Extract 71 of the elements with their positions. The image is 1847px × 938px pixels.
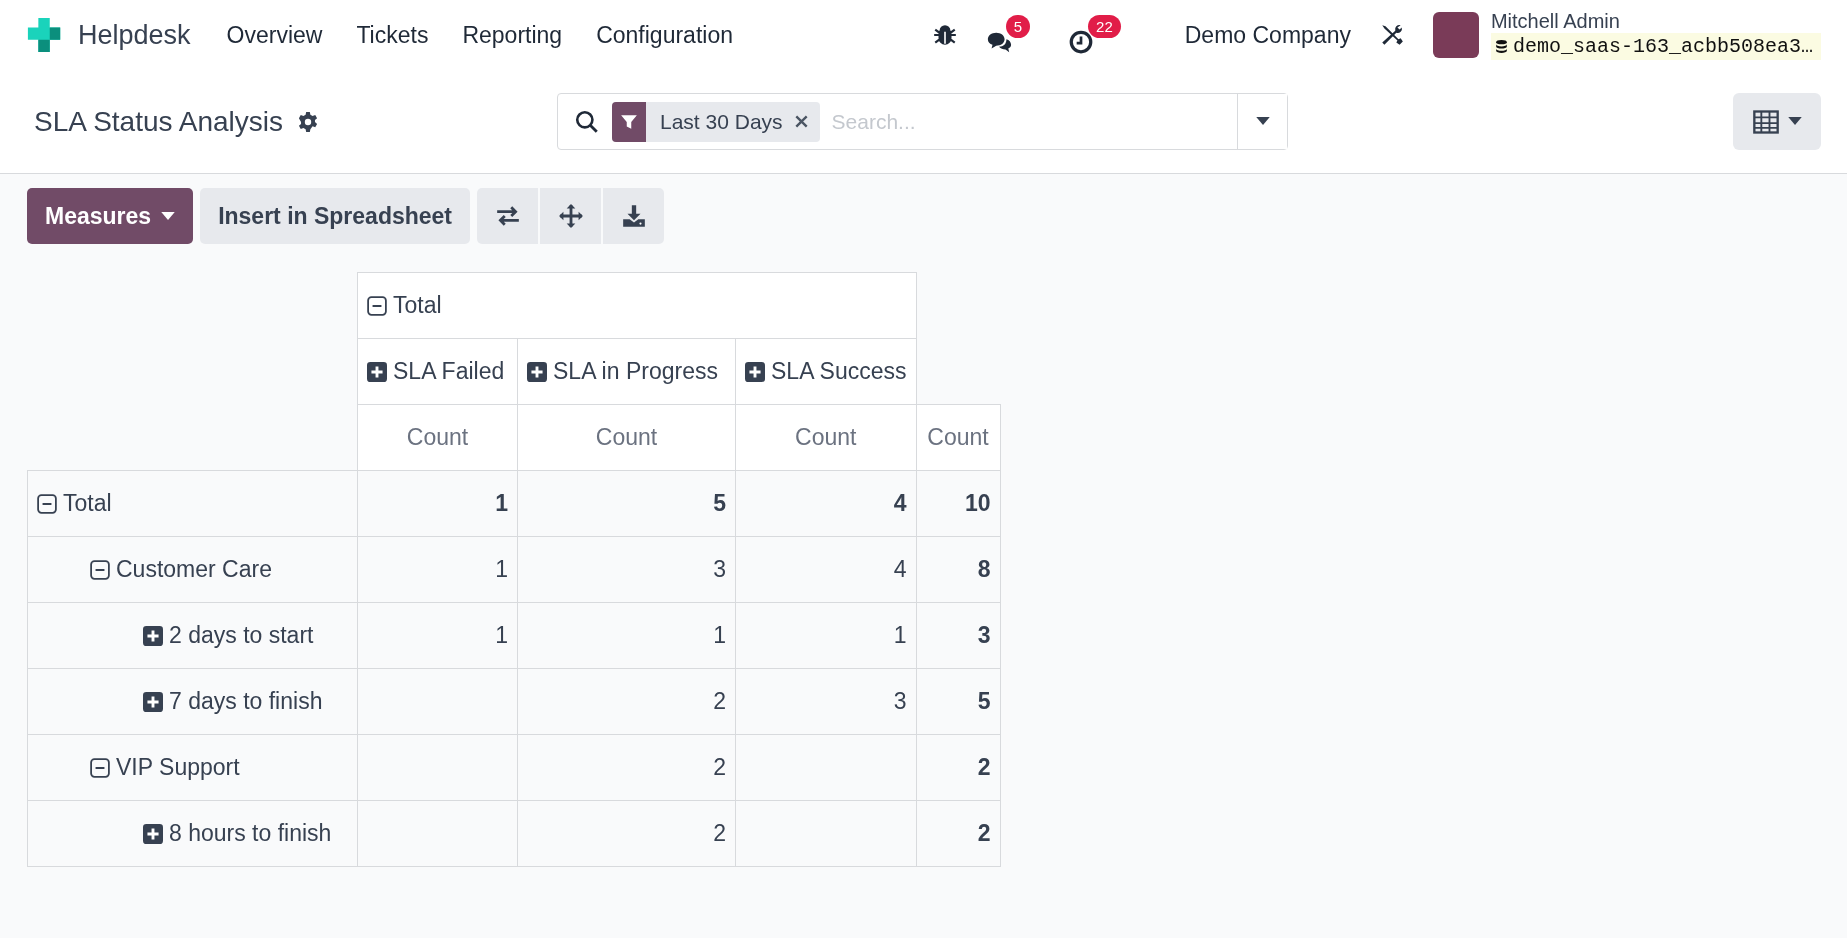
pivot-header[interactable]: Total — [367, 292, 442, 319]
flip-axis-button[interactable] — [477, 188, 539, 244]
pivot-value[interactable]: 2 — [977, 754, 991, 780]
notification-badge: 22 — [1088, 15, 1121, 38]
clock-icon — [1068, 29, 1095, 55]
move-arrows-icon — [557, 203, 584, 229]
expand-icon — [745, 361, 765, 382]
expand-all-button[interactable] — [540, 188, 602, 244]
expand-icon — [143, 691, 163, 712]
pivot-value[interactable]: 1 — [495, 490, 508, 516]
pivot-header[interactable]: Total — [37, 490, 112, 517]
database-icon — [1494, 39, 1508, 54]
collapse-icon — [37, 493, 57, 514]
notification-badge: 5 — [1005, 15, 1031, 38]
pivot-value[interactable]: 4 — [893, 556, 907, 582]
filter-facet[interactable]: Last 30 Days — [612, 101, 820, 142]
caret-icon — [1255, 117, 1270, 126]
pivot-value[interactable]: 2 — [713, 688, 726, 714]
avatar[interactable] — [1432, 12, 1479, 58]
close-icon — [794, 115, 808, 128]
caret-icon — [161, 211, 176, 221]
pivot-value[interactable]: 1 — [495, 556, 508, 582]
pivot-value[interactable]: 8 — [977, 556, 991, 582]
collapse-icon — [90, 757, 110, 778]
expand-icon — [367, 361, 387, 382]
user-name[interactable]: Mitchell Admin — [1490, 10, 1821, 33]
view-switcher-button[interactable] — [1733, 93, 1821, 150]
collapse-icon — [367, 295, 387, 316]
menu-item[interactable]: Reporting — [462, 21, 563, 49]
activities-button[interactable]: 22 — [1068, 15, 1121, 55]
table-icon — [1752, 107, 1780, 136]
expand-icon — [143, 625, 163, 646]
download-icon — [620, 203, 647, 229]
pivot-value[interactable]: 1 — [495, 622, 508, 648]
caret-icon — [1788, 117, 1802, 126]
pivot-value[interactable]: 3 — [893, 688, 907, 714]
app-name[interactable]: Helpdesk — [78, 19, 191, 51]
pivot-value[interactable]: 5 — [977, 688, 991, 714]
messages-button[interactable]: 5 — [985, 15, 1031, 55]
menu-item[interactable]: Tickets — [356, 21, 429, 49]
bug-icon[interactable] — [931, 22, 958, 48]
pivot-value[interactable]: 3 — [977, 622, 991, 648]
settings-icon[interactable] — [297, 110, 320, 133]
page-title: SLA Status Analysis — [34, 105, 284, 138]
measure-header[interactable]: Count — [406, 424, 469, 450]
pivot-value[interactable]: 10 — [964, 490, 991, 516]
collapse-icon — [90, 559, 110, 580]
pivot-value[interactable]: 1 — [713, 622, 726, 648]
filter-icon — [620, 112, 638, 131]
insert-in-spreadsheet-button[interactable]: Insert in Spreadsheet — [200, 188, 471, 244]
measure-header[interactable]: Count — [595, 424, 658, 450]
pivot-value[interactable]: 3 — [713, 556, 726, 582]
pivot-value[interactable]: 5 — [713, 490, 726, 516]
pivot-value[interactable]: 2 — [977, 820, 991, 846]
search-bar[interactable]: Last 30 Days Search... — [557, 93, 1288, 150]
facet-label: Last 30 Days — [659, 109, 784, 134]
measures-button[interactable]: Measures — [27, 188, 194, 244]
pivot-value[interactable]: 1 — [893, 622, 907, 648]
search-icon — [574, 108, 600, 135]
menu-item[interactable]: Overview — [226, 21, 323, 49]
pivot-value[interactable]: 4 — [893, 490, 907, 516]
expand-icon — [527, 361, 547, 382]
pivot-value[interactable]: 2 — [713, 754, 726, 780]
pivot-value[interactable]: 2 — [713, 820, 726, 846]
database-name: demo_saas-163_acbb508ea3… — [1512, 35, 1813, 58]
search-options-toggle[interactable] — [1237, 94, 1287, 149]
expand-icon — [143, 823, 163, 844]
download-button[interactable] — [603, 188, 665, 244]
company-switcher[interactable]: Demo Company — [1184, 21, 1351, 49]
measure-header[interactable]: Count — [795, 424, 857, 450]
menu-item[interactable]: Configuration — [596, 21, 733, 49]
